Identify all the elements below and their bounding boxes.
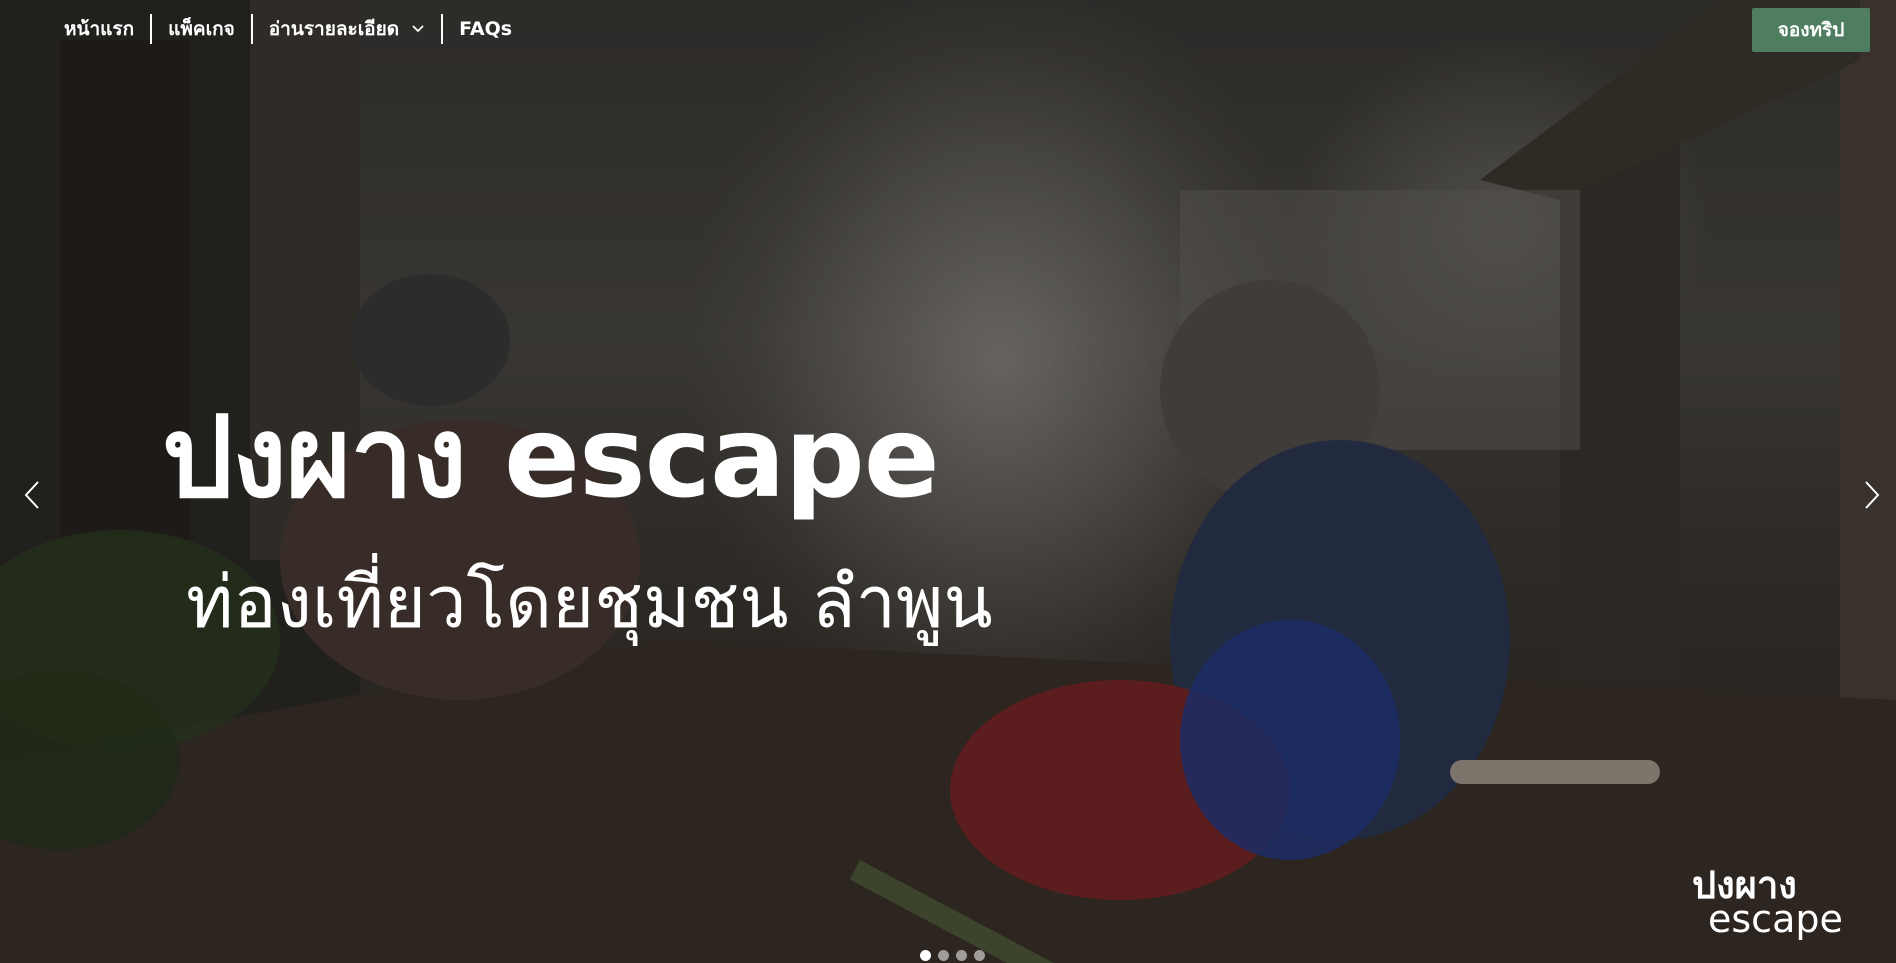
main-nav: หน้าแรก แพ็คเกจ อ่านรายละเอียด FAQs <box>52 13 528 45</box>
carousel-dot[interactable] <box>938 950 949 961</box>
carousel-dot[interactable] <box>956 950 967 961</box>
nav-item-home[interactable]: หน้าแรก <box>52 14 150 44</box>
carousel-dot[interactable] <box>974 950 985 961</box>
hero-subtitle: ท่องเที่ยวโดยชุมชน ลำพูน <box>186 560 993 644</box>
nav-item-details-label: อ่านรายละเอียด <box>268 18 400 40</box>
book-trip-button[interactable]: จองทริป <box>1752 8 1870 52</box>
nav-item-details-dropdown[interactable]: อ่านรายละเอียด <box>253 14 441 44</box>
carousel-dot[interactable] <box>920 950 931 961</box>
nav-item-faqs-label: FAQs <box>459 18 513 40</box>
brand-logo: ปงผาง escape <box>1692 866 1843 938</box>
hero-slider: หน้าแรก แพ็คเกจ อ่านรายละเอียด FAQs จองท… <box>0 0 1896 963</box>
hero-title: ปงผาง escape <box>162 393 940 523</box>
nav-item-faqs[interactable]: FAQs <box>443 14 528 44</box>
chevron-right-icon[interactable] <box>1860 478 1884 512</box>
carousel-dots <box>920 950 985 961</box>
logo-text-line2: escape <box>1708 897 1843 941</box>
nav-item-packages[interactable]: แพ็คเกจ <box>152 14 251 44</box>
chevron-left-icon[interactable] <box>20 478 44 512</box>
nav-item-home-label: หน้าแรก <box>64 18 135 40</box>
chevron-down-icon <box>412 25 424 33</box>
nav-item-packages-label: แพ็คเกจ <box>168 18 235 40</box>
